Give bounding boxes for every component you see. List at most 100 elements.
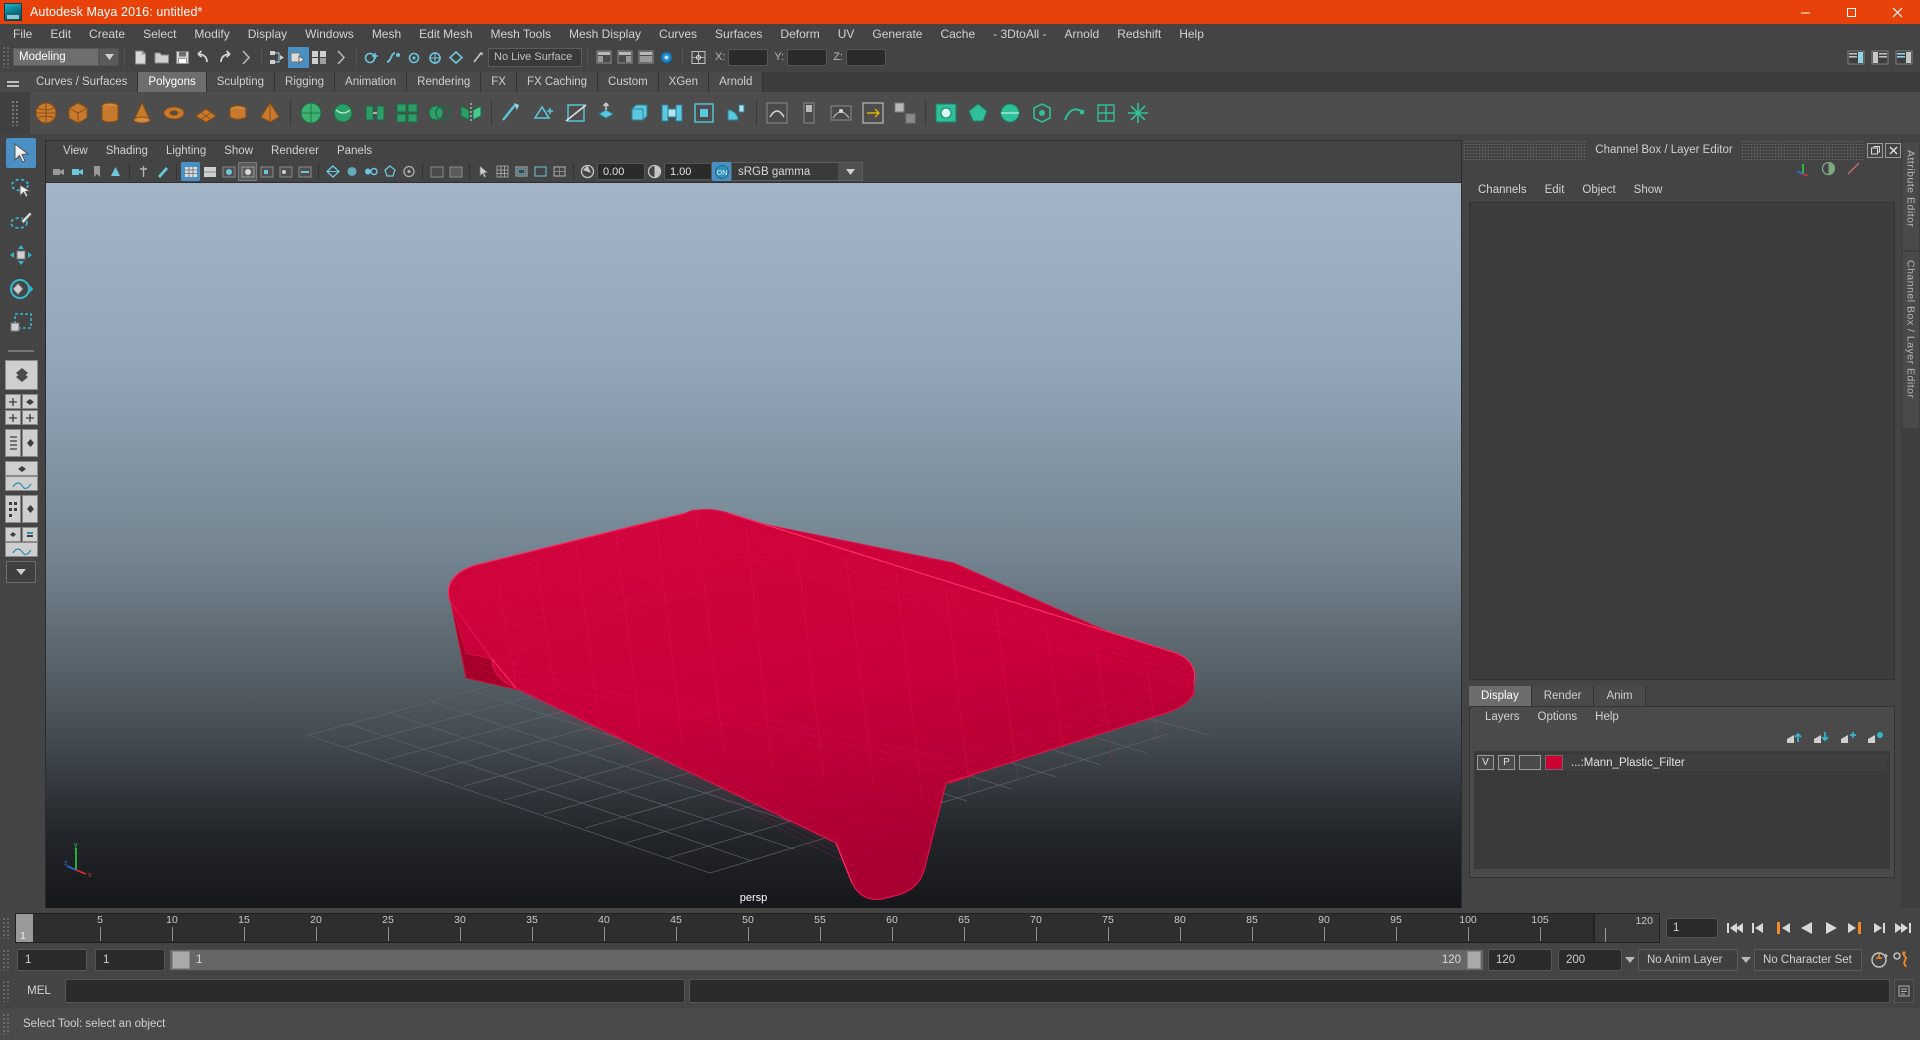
- construction-history-icon[interactable]: [656, 47, 677, 68]
- script-editor-button[interactable]: [1894, 979, 1914, 1003]
- graph-small-pane-icon[interactable]: [5, 542, 38, 557]
- vtab-attribute-editor[interactable]: Attribute Editor: [1902, 142, 1919, 250]
- range-start-handle[interactable]: [172, 951, 190, 969]
- layer-tab-display[interactable]: Display: [1469, 686, 1532, 706]
- shelf-tab-fx-caching[interactable]: FX Caching: [516, 72, 599, 92]
- shelf-tab-xgen[interactable]: XGen: [658, 72, 710, 92]
- show-hide-channel-box-icon[interactable]: [1893, 47, 1914, 68]
- extrude-icon[interactable]: [593, 98, 623, 128]
- layer-color-swatch[interactable]: [1545, 755, 1563, 770]
- menu-modify[interactable]: Modify: [185, 24, 238, 44]
- motion-blur-icon[interactable]: [295, 162, 314, 181]
- show-hide-editors-2-icon[interactable]: [614, 47, 635, 68]
- gamma-icon[interactable]: [645, 162, 664, 181]
- auto-keyframe-toggle[interactable]: [1868, 949, 1890, 971]
- layer-visibility-toggle[interactable]: V: [1477, 755, 1494, 770]
- time-slider-end-block[interactable]: 120: [1594, 913, 1660, 943]
- move-tool-button[interactable]: [6, 240, 36, 270]
- select-camera-icon[interactable]: [49, 162, 68, 181]
- menu-uv[interactable]: UV: [829, 24, 864, 44]
- shelf-tab-curves-surfaces[interactable]: Curves / Surfaces: [26, 72, 139, 92]
- sphere-green-icon[interactable]: [296, 98, 326, 128]
- command-output[interactable]: [689, 979, 1890, 1003]
- layer-tab-render[interactable]: Render: [1531, 686, 1595, 706]
- color-management-toggle-icon[interactable]: ON: [712, 162, 731, 181]
- layout-quad-tl-icon[interactable]: [5, 394, 21, 409]
- snap-to-projected-center-icon[interactable]: [425, 47, 446, 68]
- make-live-icon[interactable]: [467, 47, 488, 68]
- layer-list[interactable]: V P ...:Mann_Plastic_Filter: [1474, 751, 1890, 869]
- arnold-volume-icon[interactable]: [1027, 98, 1057, 128]
- move-layer-down-icon[interactable]: [1813, 730, 1830, 747]
- selection-mode-arrow-icon[interactable]: [235, 47, 256, 68]
- layer-menu-options[interactable]: Options: [1529, 710, 1587, 724]
- viewport-menu-panels[interactable]: Panels: [328, 144, 381, 158]
- polygon-sphere-icon[interactable]: [31, 98, 61, 128]
- viewport-renderer-icon[interactable]: [446, 162, 465, 181]
- resolution-gate-icon[interactable]: [531, 162, 550, 181]
- status-line-grip[interactable]: [2, 46, 11, 68]
- polygon-cone-icon[interactable]: [127, 98, 157, 128]
- paint-select-icon[interactable]: [794, 98, 824, 128]
- shelf-tab-sculpting[interactable]: Sculpting: [206, 72, 276, 92]
- time-slider-grip[interactable]: [2, 917, 11, 939]
- shelf-tab-custom[interactable]: Custom: [598, 72, 659, 92]
- menu-mesh-display[interactable]: Mesh Display: [560, 24, 650, 44]
- soft-select-icon[interactable]: [826, 98, 856, 128]
- menu-display[interactable]: Display: [239, 24, 296, 44]
- bridge-icon[interactable]: [657, 98, 687, 128]
- menu-deform[interactable]: Deform: [771, 24, 828, 44]
- viewport-3d-canvas[interactable]: y x z persp: [46, 183, 1461, 908]
- shelf-tab-polygons[interactable]: Polygons: [138, 72, 207, 92]
- xray-joints-icon[interactable]: [342, 162, 361, 181]
- polygon-disc-icon[interactable]: [223, 98, 253, 128]
- channel-box-axis-icon[interactable]: [1795, 161, 1811, 180]
- fill-hole-icon[interactable]: [689, 98, 719, 128]
- menu-file[interactable]: File: [4, 24, 41, 44]
- exposure-input[interactable]: 0.00: [597, 163, 645, 180]
- layer-playback-toggle[interactable]: P: [1498, 755, 1515, 770]
- play-backwards-button[interactable]: [1796, 917, 1818, 939]
- channel-box-content[interactable]: [1469, 202, 1895, 680]
- new-scene-icon[interactable]: [130, 47, 151, 68]
- range-end-handle[interactable]: [1467, 951, 1481, 969]
- range-slider-bar[interactable]: 1 120: [169, 949, 1484, 971]
- live-surface-field[interactable]: No Live Surface: [488, 47, 582, 67]
- menu-set-selector[interactable]: Modeling: [13, 48, 99, 66]
- layout-persp-graph-outliner-button[interactable]: [5, 527, 38, 557]
- anim-layer-selector[interactable]: No Anim Layer: [1638, 949, 1738, 971]
- polygon-plane-icon[interactable]: [191, 98, 221, 128]
- close-button[interactable]: [1874, 0, 1920, 24]
- field-chart-icon[interactable]: [550, 162, 569, 181]
- multi-cut-tool-icon[interactable]: [561, 98, 591, 128]
- step-back-frame-button[interactable]: [1748, 917, 1770, 939]
- separate-mesh-icon[interactable]: [392, 98, 422, 128]
- snap-to-grid-icon[interactable]: [362, 47, 383, 68]
- image-plane-icon[interactable]: [106, 162, 125, 181]
- layout-persp-graph-button[interactable]: [5, 461, 38, 491]
- smooth-shade-all-icon[interactable]: [200, 162, 219, 181]
- z-input[interactable]: [845, 48, 886, 66]
- panel-drag-dots-right[interactable]: [1740, 140, 1866, 160]
- menu-mesh[interactable]: Mesh: [363, 24, 410, 44]
- character-set-selector[interactable]: No Character Set: [1754, 949, 1862, 971]
- absolute-transform-icon[interactable]: [688, 47, 709, 68]
- menu-edit-mesh[interactable]: Edit Mesh: [410, 24, 481, 44]
- arnold-render-icon[interactable]: [931, 98, 961, 128]
- wedge-icon[interactable]: [721, 98, 751, 128]
- move-layer-up-icon[interactable]: [1786, 730, 1803, 747]
- channel-menu-channels[interactable]: Channels: [1469, 183, 1536, 197]
- high-quality-icon[interactable]: [427, 162, 446, 181]
- show-hide-editors-1-icon[interactable]: [593, 47, 614, 68]
- xray-active-components-icon[interactable]: [361, 162, 380, 181]
- sculpt-geometry-icon[interactable]: [762, 98, 792, 128]
- current-time-indicator[interactable]: 1: [16, 914, 33, 942]
- gamma-input[interactable]: 1.00: [664, 163, 712, 180]
- current-frame-input[interactable]: 1: [1666, 918, 1718, 938]
- undo-icon[interactable]: [193, 47, 214, 68]
- animation-start-time-input[interactable]: 1: [17, 949, 87, 971]
- two-d-pan-zoom-icon[interactable]: [134, 162, 153, 181]
- shelf-tab-animation[interactable]: Animation: [335, 72, 408, 92]
- hypershade-pane-icon[interactable]: [5, 495, 21, 523]
- polygon-cube-icon[interactable]: [63, 98, 93, 128]
